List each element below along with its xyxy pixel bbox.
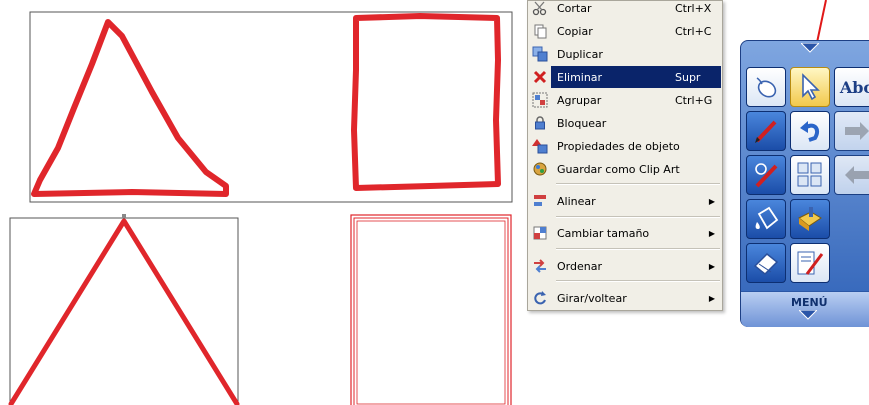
shape-tool-button[interactable]	[746, 155, 786, 195]
pen-tool-button[interactable]	[746, 111, 786, 151]
menu-item-cambiar-tamano[interactable]: Cambiar tamaño ▶	[529, 222, 721, 244]
align-icon	[529, 190, 551, 212]
menu-item-bloquear[interactable]: Bloquear	[529, 112, 721, 134]
menu-item-label: Propiedades de objeto	[557, 139, 680, 153]
menu-separator	[556, 280, 720, 282]
eraser-tool-button[interactable]	[746, 243, 786, 283]
menu-item-label: Ordenar	[557, 259, 602, 273]
properties-icon	[529, 135, 551, 157]
menu-item-label: Copiar	[557, 24, 593, 38]
menu-item-shortcut: Ctrl+G	[675, 93, 713, 107]
menu-separator	[556, 216, 720, 218]
recognized-rectangle-inner2	[356, 220, 506, 405]
menu-item-girar-voltear[interactable]: Girar/voltear ▶	[529, 287, 721, 309]
drawing-canvas[interactable]	[0, 0, 869, 405]
paint-bucket-icon	[755, 206, 779, 230]
submenu-arrow-icon: ▶	[708, 261, 716, 271]
arrow-left-icon	[844, 166, 869, 184]
freehand-rectangle[interactable]	[351, 13, 501, 191]
menu-item-label: Cortar	[557, 1, 592, 15]
menu-item-agrupar[interactable]: Agrupar Ctrl+G	[529, 89, 721, 111]
context-menu: Cortar Ctrl+X Copiar Ctrl+C Duplicar Eli…	[527, 0, 723, 311]
submenu-arrow-icon: ▶	[708, 293, 716, 303]
menu-item-duplicar[interactable]: Duplicar	[529, 43, 721, 65]
recognized-rectangle[interactable]	[350, 214, 512, 405]
menu-separator	[556, 248, 720, 250]
arrow-right-icon	[844, 122, 869, 140]
menu-item-shortcut: Supr	[675, 70, 701, 84]
mouse-icon	[756, 77, 777, 98]
forward-tool-button[interactable]	[834, 111, 869, 151]
eraser-icon	[753, 252, 779, 276]
delete-x-icon	[529, 66, 551, 88]
menu-down-arrow-icon	[799, 310, 817, 320]
menu-item-alinear[interactable]: Alinear ▶	[529, 190, 721, 212]
recognized-triangle[interactable]	[8, 218, 240, 405]
back-tool-button[interactable]	[834, 155, 869, 195]
gallery-tool-button[interactable]	[790, 155, 830, 195]
tools-panel: Abc MENÚ	[740, 40, 869, 327]
toolbox-icon	[798, 207, 822, 231]
resize-icon	[529, 222, 551, 244]
freehand-triangle[interactable]	[31, 19, 229, 197]
triangle-bounding-box	[9, 217, 239, 405]
group-icon	[529, 89, 551, 111]
clipart-icon	[529, 158, 551, 180]
lock-icon	[529, 112, 551, 134]
menu-item-label: Eliminar	[557, 70, 603, 84]
scissors-icon	[529, 0, 551, 19]
menu-item-label: Cambiar tamaño	[557, 226, 650, 240]
menu-item-label: Girar/voltear	[557, 291, 627, 305]
submenu-arrow-icon: ▶	[708, 228, 716, 238]
undo-icon	[800, 121, 820, 142]
settings-tool-button[interactable]	[790, 243, 830, 283]
menu-item-label: Agrupar	[557, 93, 602, 107]
mouse-tool-button[interactable]	[746, 67, 786, 107]
pen-icon	[755, 120, 777, 143]
menu-item-label: Duplicar	[557, 47, 603, 61]
pointer-arrow-icon	[802, 73, 820, 101]
gallery-grid-icon	[797, 162, 822, 187]
menu-separator	[556, 183, 720, 185]
copy-icon	[529, 20, 551, 42]
menu-item-propiedades[interactable]: Propiedades de objeto	[529, 135, 721, 157]
tools-settings-icon	[797, 251, 824, 275]
order-icon	[529, 255, 551, 277]
menu-item-shortcut: Ctrl+X	[675, 1, 712, 15]
menu-item-guardar-clipart[interactable]: Guardar como Clip Art	[529, 158, 721, 180]
triangle-handle[interactable]	[122, 214, 126, 218]
text-tool-label: Abc	[839, 77, 869, 97]
submenu-arrow-icon: ▶	[708, 196, 716, 206]
menu-item-shortcut: Ctrl+C	[675, 24, 712, 38]
menu-item-eliminar[interactable]: Eliminar Supr	[529, 66, 721, 88]
text-tool-button[interactable]: Abc	[834, 67, 869, 107]
select-tool-button[interactable]	[790, 67, 830, 107]
menu-item-label: Alinear	[557, 194, 596, 208]
recognized-rectangle-inner	[353, 217, 509, 405]
menu-item-ordenar[interactable]: Ordenar ▶	[529, 255, 721, 277]
toolbox-tool-button[interactable]	[790, 199, 830, 239]
panel-menu-label: MENÚ	[791, 296, 828, 309]
collapse-down-arrow-icon[interactable]	[801, 43, 819, 53]
menu-item-label: Guardar como Clip Art	[557, 162, 680, 176]
fill-tool-button[interactable]	[746, 199, 786, 239]
menu-item-cortar[interactable]: Cortar Ctrl+X	[529, 0, 721, 19]
menu-item-label: Bloquear	[557, 116, 607, 130]
duplicate-icon	[529, 43, 551, 65]
panel-menu-strip[interactable]: MENÚ	[741, 291, 869, 327]
shape-pen-icon	[755, 163, 778, 188]
rotate-icon	[529, 287, 551, 309]
menu-item-copiar[interactable]: Copiar Ctrl+C	[529, 20, 721, 42]
undo-tool-button[interactable]	[790, 111, 830, 151]
